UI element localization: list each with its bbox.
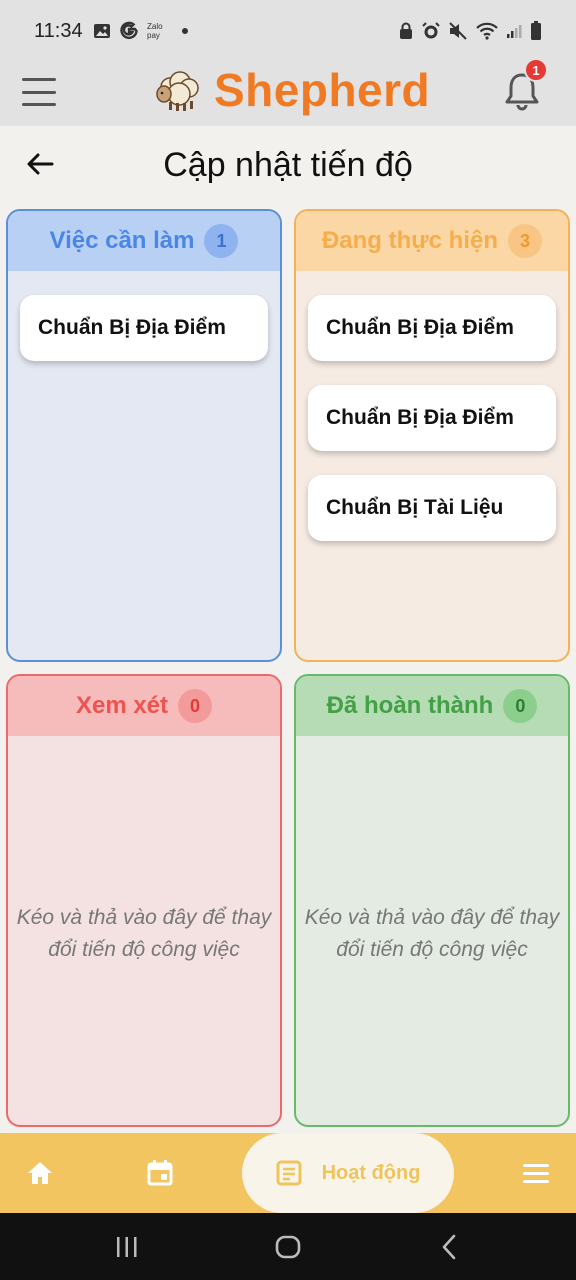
sheep-logo-icon	[156, 71, 199, 111]
task-card[interactable]: Chuẩn Bị Địa Điểm	[20, 295, 268, 361]
nav-home[interactable]	[18, 1133, 62, 1213]
recent-apps-icon[interactable]	[114, 1231, 140, 1263]
status-left-icons: Zalo pay	[93, 21, 189, 41]
dot-icon	[181, 28, 188, 34]
page-title: Cập nhật tiến độ	[163, 146, 413, 184]
drop-zone-hint: Kéo và thả vào đây để thay đổi tiến độ c…	[16, 906, 272, 961]
column-count-badge: 3	[508, 224, 543, 258]
svg-text:Zalo: Zalo	[147, 22, 163, 31]
g-icon	[119, 21, 138, 40]
battery-icon	[531, 21, 541, 40]
mute-icon	[449, 22, 467, 40]
lock-icon	[400, 22, 412, 39]
menu-line	[22, 78, 56, 81]
task-card[interactable]: Chuẩn Bị Địa Điểm	[308, 295, 556, 361]
column-doing[interactable]: Đang thực hiện 3 Chuẩn Bị Địa Điểm Chuẩn…	[294, 209, 570, 662]
column-header: Đã hoàn thành 0	[296, 676, 568, 736]
signal-icon	[507, 25, 522, 38]
column-title: Việc cần làm	[49, 227, 195, 254]
column-count-badge: 0	[503, 689, 538, 723]
app-name: Shepherd	[214, 64, 431, 116]
wifi-icon	[476, 22, 498, 40]
card-list: Chuẩn Bị Địa Điểm Chuẩn Bị Địa Điểm Chuẩ…	[296, 271, 568, 541]
drop-zone-hint: Kéo và thả vào đây để thay đổi tiến độ c…	[304, 906, 560, 961]
alarm-icon	[422, 22, 440, 39]
calendar-icon	[147, 1160, 173, 1186]
task-card[interactable]: Chuẩn Bị Địa Điểm	[308, 385, 556, 451]
menu-icon	[523, 1164, 549, 1183]
home-button-icon[interactable]	[274, 1231, 302, 1263]
app-logo: Shepherd	[152, 62, 430, 118]
status-right-icons	[398, 21, 542, 41]
column-count-badge: 1	[204, 224, 239, 258]
menu-line	[22, 90, 56, 94]
status-time: 11:34	[34, 19, 83, 42]
column-title: Xem xét	[75, 692, 169, 719]
svg-text:pay: pay	[147, 31, 160, 40]
title-bar: Cập nhật tiến độ	[0, 126, 576, 204]
nav-activity-label: Hoạt động	[321, 1161, 421, 1184]
column-todo[interactable]: Việc cần làm 1 Chuẩn Bị Địa Điểm	[6, 209, 282, 662]
home-icon	[28, 1162, 52, 1184]
column-done[interactable]: Đã hoàn thành 0 Kéo và thả vào đây để th…	[294, 674, 570, 1127]
column-header: Xem xét 0	[8, 676, 280, 736]
system-nav-bar	[0, 1213, 576, 1280]
zalopay-icon: Zalopay	[147, 22, 163, 40]
column-review[interactable]: Xem xét 0 Kéo và thả vào đây để thay đổi…	[6, 674, 282, 1127]
notification-badge: 1	[524, 58, 548, 82]
column-header: Việc cần làm 1	[8, 211, 280, 271]
nav-calendar[interactable]	[138, 1133, 182, 1213]
column-count-badge: 0	[178, 689, 213, 723]
nav-menu[interactable]	[514, 1133, 558, 1213]
task-card[interactable]: Chuẩn Bị Tài Liệu	[308, 475, 556, 541]
back-button-icon[interactable]	[438, 1231, 462, 1263]
image-icon	[93, 24, 110, 38]
app-header: Shepherd	[0, 62, 576, 126]
nav-activity[interactable]: Hoạt động	[242, 1133, 454, 1213]
column-title: Đã hoàn thành	[326, 692, 494, 719]
card-list: Chuẩn Bị Địa Điểm	[8, 271, 280, 361]
activity-icon	[276, 1160, 302, 1186]
column-header: Đang thực hiện 3	[296, 211, 568, 271]
column-title: Đang thực hiện	[321, 227, 499, 254]
menu-line	[22, 103, 56, 106]
status-bar: 11:34 Zalo pay	[0, 0, 576, 62]
hamburger-menu-button[interactable]	[22, 78, 56, 106]
bottom-nav: Hoạt động	[0, 1133, 576, 1213]
